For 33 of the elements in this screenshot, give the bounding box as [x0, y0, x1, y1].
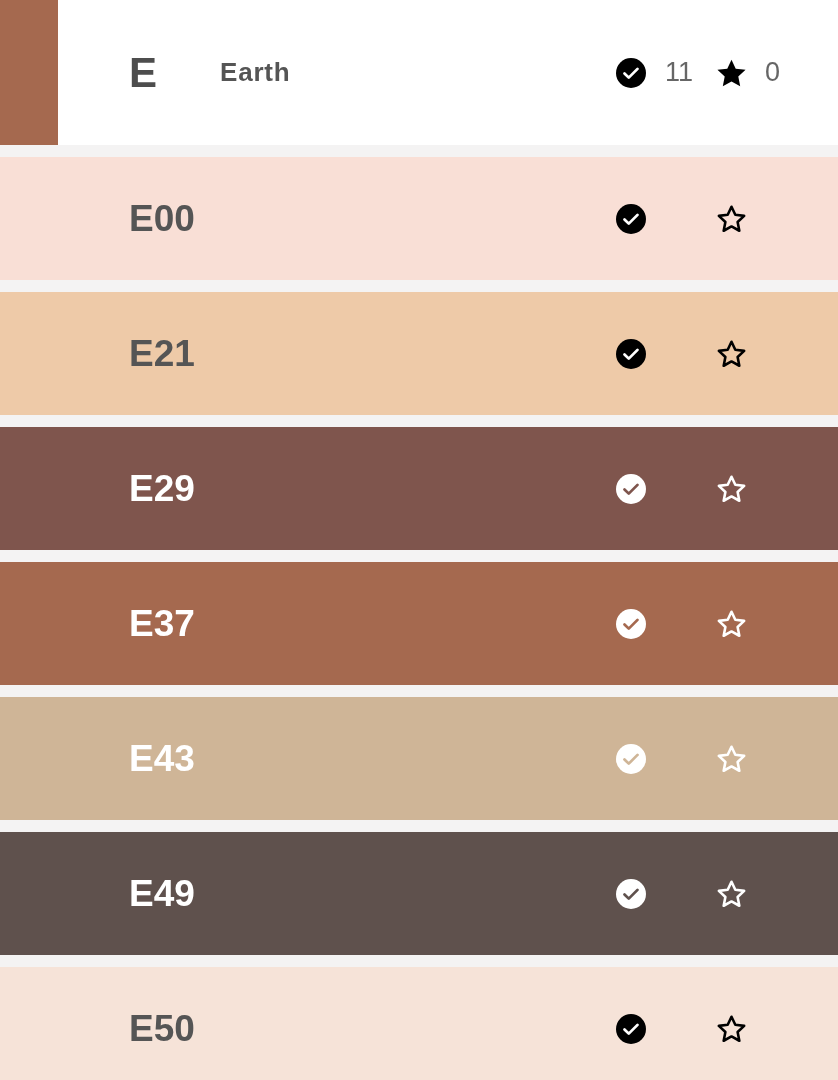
check-circle-icon[interactable] — [616, 473, 646, 504]
category-letter: E — [129, 48, 157, 97]
color-code: E29 — [129, 467, 195, 510]
color-row[interactable]: E00 — [0, 157, 838, 280]
star-icon[interactable] — [716, 608, 747, 639]
check-circle-icon[interactable] — [616, 878, 646, 909]
star-icon[interactable] — [716, 878, 747, 909]
owned-count: 11 — [665, 57, 694, 88]
star-icon — [716, 57, 747, 88]
check-circle-icon[interactable] — [616, 338, 646, 369]
color-code: E37 — [129, 602, 195, 645]
check-circle-icon[interactable] — [616, 1013, 646, 1044]
color-code: E00 — [129, 197, 195, 240]
color-row[interactable]: E49 — [0, 832, 838, 955]
star-icon[interactable] — [716, 338, 747, 369]
color-code: E21 — [129, 332, 195, 375]
star-icon[interactable] — [716, 1013, 747, 1044]
color-code: E49 — [129, 872, 195, 915]
color-code: E43 — [129, 737, 195, 780]
color-code: E50 — [129, 1007, 195, 1050]
check-circle-icon[interactable] — [616, 743, 646, 774]
favorite-count: 0 — [765, 57, 781, 88]
check-circle-icon[interactable] — [616, 608, 646, 639]
color-row[interactable]: E21 — [0, 292, 838, 415]
star-icon[interactable] — [716, 473, 747, 504]
star-icon[interactable] — [716, 743, 747, 774]
color-row[interactable]: E50 — [0, 967, 838, 1080]
check-circle-icon[interactable] — [616, 203, 646, 234]
color-row[interactable]: E37 — [0, 562, 838, 685]
category-name: Earth — [220, 57, 291, 88]
check-circle-icon — [616, 57, 646, 88]
star-icon[interactable] — [716, 203, 747, 234]
color-row[interactable]: E29 — [0, 427, 838, 550]
